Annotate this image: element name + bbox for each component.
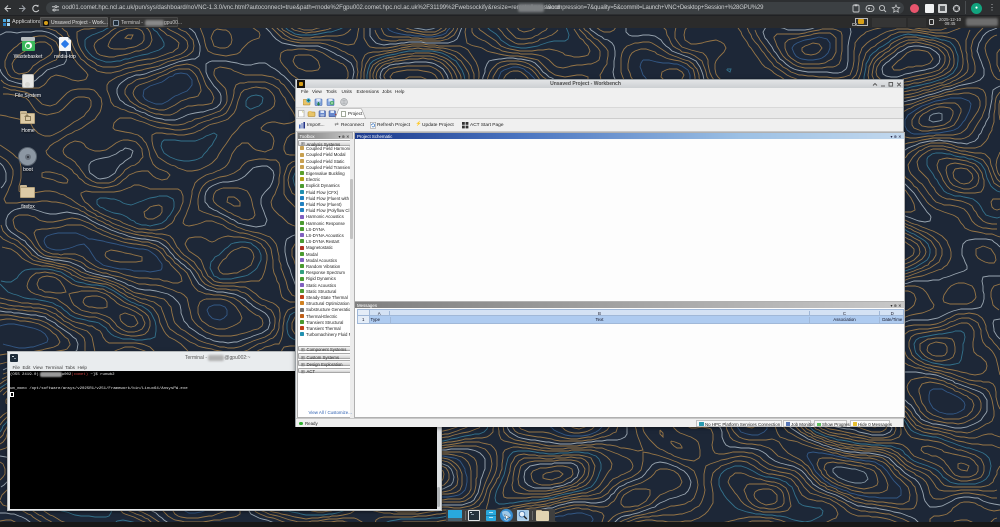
svg-text:•: • (871, 6, 873, 11)
